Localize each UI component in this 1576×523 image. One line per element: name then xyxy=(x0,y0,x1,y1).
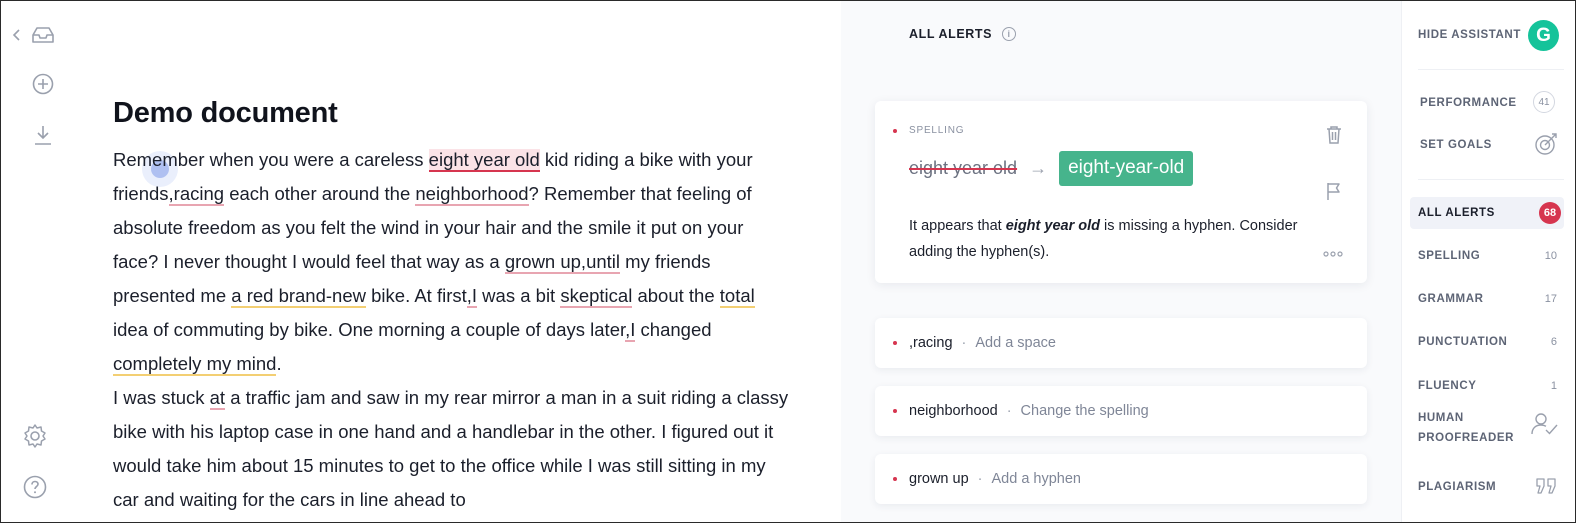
user-check-icon[interactable] xyxy=(1531,411,1559,442)
separator-dot: · xyxy=(961,335,967,351)
sidebar-item-plagiarism[interactable]: PLAGIARISM xyxy=(1418,481,1496,493)
alert-dot xyxy=(893,128,897,133)
help-icon[interactable] xyxy=(23,475,47,499)
alert-card[interactable]: neighborhood · Change the spelling xyxy=(875,386,1367,436)
alert-card-expanded[interactable]: SPELLING eight year old → eight-year-old… xyxy=(875,101,1367,283)
alert-word: neighborhood xyxy=(909,403,998,419)
paragraph-1[interactable]: Remember when you were a careless eight … xyxy=(113,143,793,381)
alert-explanation: It appears that eight year old is missin… xyxy=(909,213,1309,265)
alert-action: Change the spelling xyxy=(1020,403,1149,419)
app-frame: Demo document Remember when you were a c… xyxy=(0,0,1576,523)
text-run: each other around the xyxy=(224,183,416,204)
explanation-text: It appears that xyxy=(909,218,1006,234)
accept-suggestion-button[interactable]: eight-year-old xyxy=(1059,151,1194,186)
alerts-title: ALL ALERTS xyxy=(909,27,993,41)
alert-word: grown up xyxy=(909,471,969,487)
explanation-bold: eight year old xyxy=(1005,218,1101,234)
plus-circle-icon[interactable] xyxy=(32,73,54,95)
divider xyxy=(1418,69,1564,70)
hide-assistant-button[interactable]: HIDE ASSISTANT xyxy=(1418,29,1521,41)
assistant-sidebar: HIDE ASSISTANT G PERFORMANCE 41 SET GOAL… xyxy=(1401,1,1575,522)
alert-dot xyxy=(893,409,897,413)
sidebar-item-punctuation[interactable]: PUNCTUATION xyxy=(1418,336,1507,348)
text-run: Remember when you were a careless xyxy=(113,149,429,170)
alert-category-label: SPELLING xyxy=(909,125,965,136)
separator-dot: · xyxy=(977,471,983,487)
arrow-right-icon: → xyxy=(1029,158,1048,178)
highlight-spacing[interactable]: ,I xyxy=(625,319,636,342)
document-title[interactable]: Demo document xyxy=(113,97,793,130)
text-run: idea of commuting by bike. One morning a… xyxy=(113,319,626,340)
alert-action: Add a hyphen xyxy=(991,471,1082,487)
quote-icon[interactable] xyxy=(1535,477,1557,500)
left-rail xyxy=(1,1,81,522)
more-icon[interactable] xyxy=(1323,244,1343,262)
highlight-hyphen[interactable]: grown up,until xyxy=(504,251,621,274)
text-run: . xyxy=(276,353,282,374)
inbox-icon[interactable] xyxy=(30,25,56,45)
original-text: eight year old xyxy=(909,158,1018,178)
document-editor[interactable]: Demo document Remember when you were a c… xyxy=(113,97,793,517)
sidebar-item-spelling[interactable]: SPELLING xyxy=(1418,250,1480,262)
info-icon[interactable]: i xyxy=(1002,27,1017,41)
sidebar-item-human-proofreader[interactable]: HUMAN PROOFREADER xyxy=(1418,408,1514,448)
settings-icon[interactable] xyxy=(22,423,48,449)
highlight-style[interactable]: a red brand-new xyxy=(231,285,366,308)
alert-word: ,racing xyxy=(909,335,953,351)
performance-score: 41 xyxy=(1533,91,1555,113)
text-run: I was stuck xyxy=(113,387,210,408)
alert-dot xyxy=(893,341,897,345)
paragraph-2[interactable]: I was stuck at a traffic jam and saw in … xyxy=(113,381,793,517)
highlight-style[interactable]: total xyxy=(719,285,755,308)
divider xyxy=(1418,179,1564,180)
alert-dot xyxy=(893,477,897,481)
label-line-1: HUMAN xyxy=(1418,412,1464,424)
all-alerts-count: 68 xyxy=(1539,202,1561,224)
highlight-spelling[interactable]: neighborhood xyxy=(415,183,529,206)
sidebar-item-fluency[interactable]: FLUENCY xyxy=(1418,380,1477,392)
text-run: about the xyxy=(632,285,720,306)
alert-category: SPELLING xyxy=(893,125,964,136)
spelling-count: 10 xyxy=(1544,250,1557,262)
highlight-spelling[interactable]: skeptical xyxy=(560,285,633,308)
alerts-panel: ALL ALERTS i SPELLING eight year old → e… xyxy=(841,1,1401,522)
highlight-spacing[interactable]: ,I xyxy=(466,285,478,308)
alerts-header: ALL ALERTS i xyxy=(909,27,1017,41)
alert-card[interactable]: grown up · Add a hyphen xyxy=(875,454,1367,504)
alert-action: Add a space xyxy=(975,335,1056,351)
performance-button[interactable]: PERFORMANCE xyxy=(1420,97,1517,109)
highlight-spacing[interactable]: ,racing xyxy=(168,183,225,206)
text-run: was a bit xyxy=(477,285,561,306)
grammar-count: 17 xyxy=(1544,293,1557,305)
highlight-grammar[interactable]: at xyxy=(209,387,226,410)
chevron-left-icon[interactable] xyxy=(12,28,22,42)
set-goals-button[interactable]: SET GOALS xyxy=(1420,139,1492,151)
sidebar-item-grammar[interactable]: GRAMMAR xyxy=(1418,293,1484,305)
document-body[interactable]: Remember when you were a careless eight … xyxy=(113,143,793,517)
punctuation-count: 6 xyxy=(1550,336,1557,348)
sidebar-item-all-alerts[interactable]: ALL ALERTS xyxy=(1418,207,1495,219)
alert-card[interactable]: ,racing · Add a space xyxy=(875,318,1367,368)
text-run: changed xyxy=(635,319,712,340)
fluency-count: 1 xyxy=(1550,380,1557,392)
suggestion-row: eight year old → eight-year-old xyxy=(909,151,1194,186)
trash-icon[interactable] xyxy=(1325,125,1343,150)
label-line-2: PROOFREADER xyxy=(1418,432,1515,444)
grammarly-logo[interactable]: G xyxy=(1528,20,1559,51)
target-icon[interactable] xyxy=(1533,131,1559,162)
text-run: bike. At first xyxy=(366,285,467,306)
highlight-word-order[interactable]: completely my mind xyxy=(113,353,277,376)
highlight-spelling[interactable]: eight year old xyxy=(428,149,540,172)
separator-dot: · xyxy=(1006,403,1012,419)
flag-icon[interactable] xyxy=(1325,181,1343,206)
download-icon[interactable] xyxy=(33,124,53,146)
